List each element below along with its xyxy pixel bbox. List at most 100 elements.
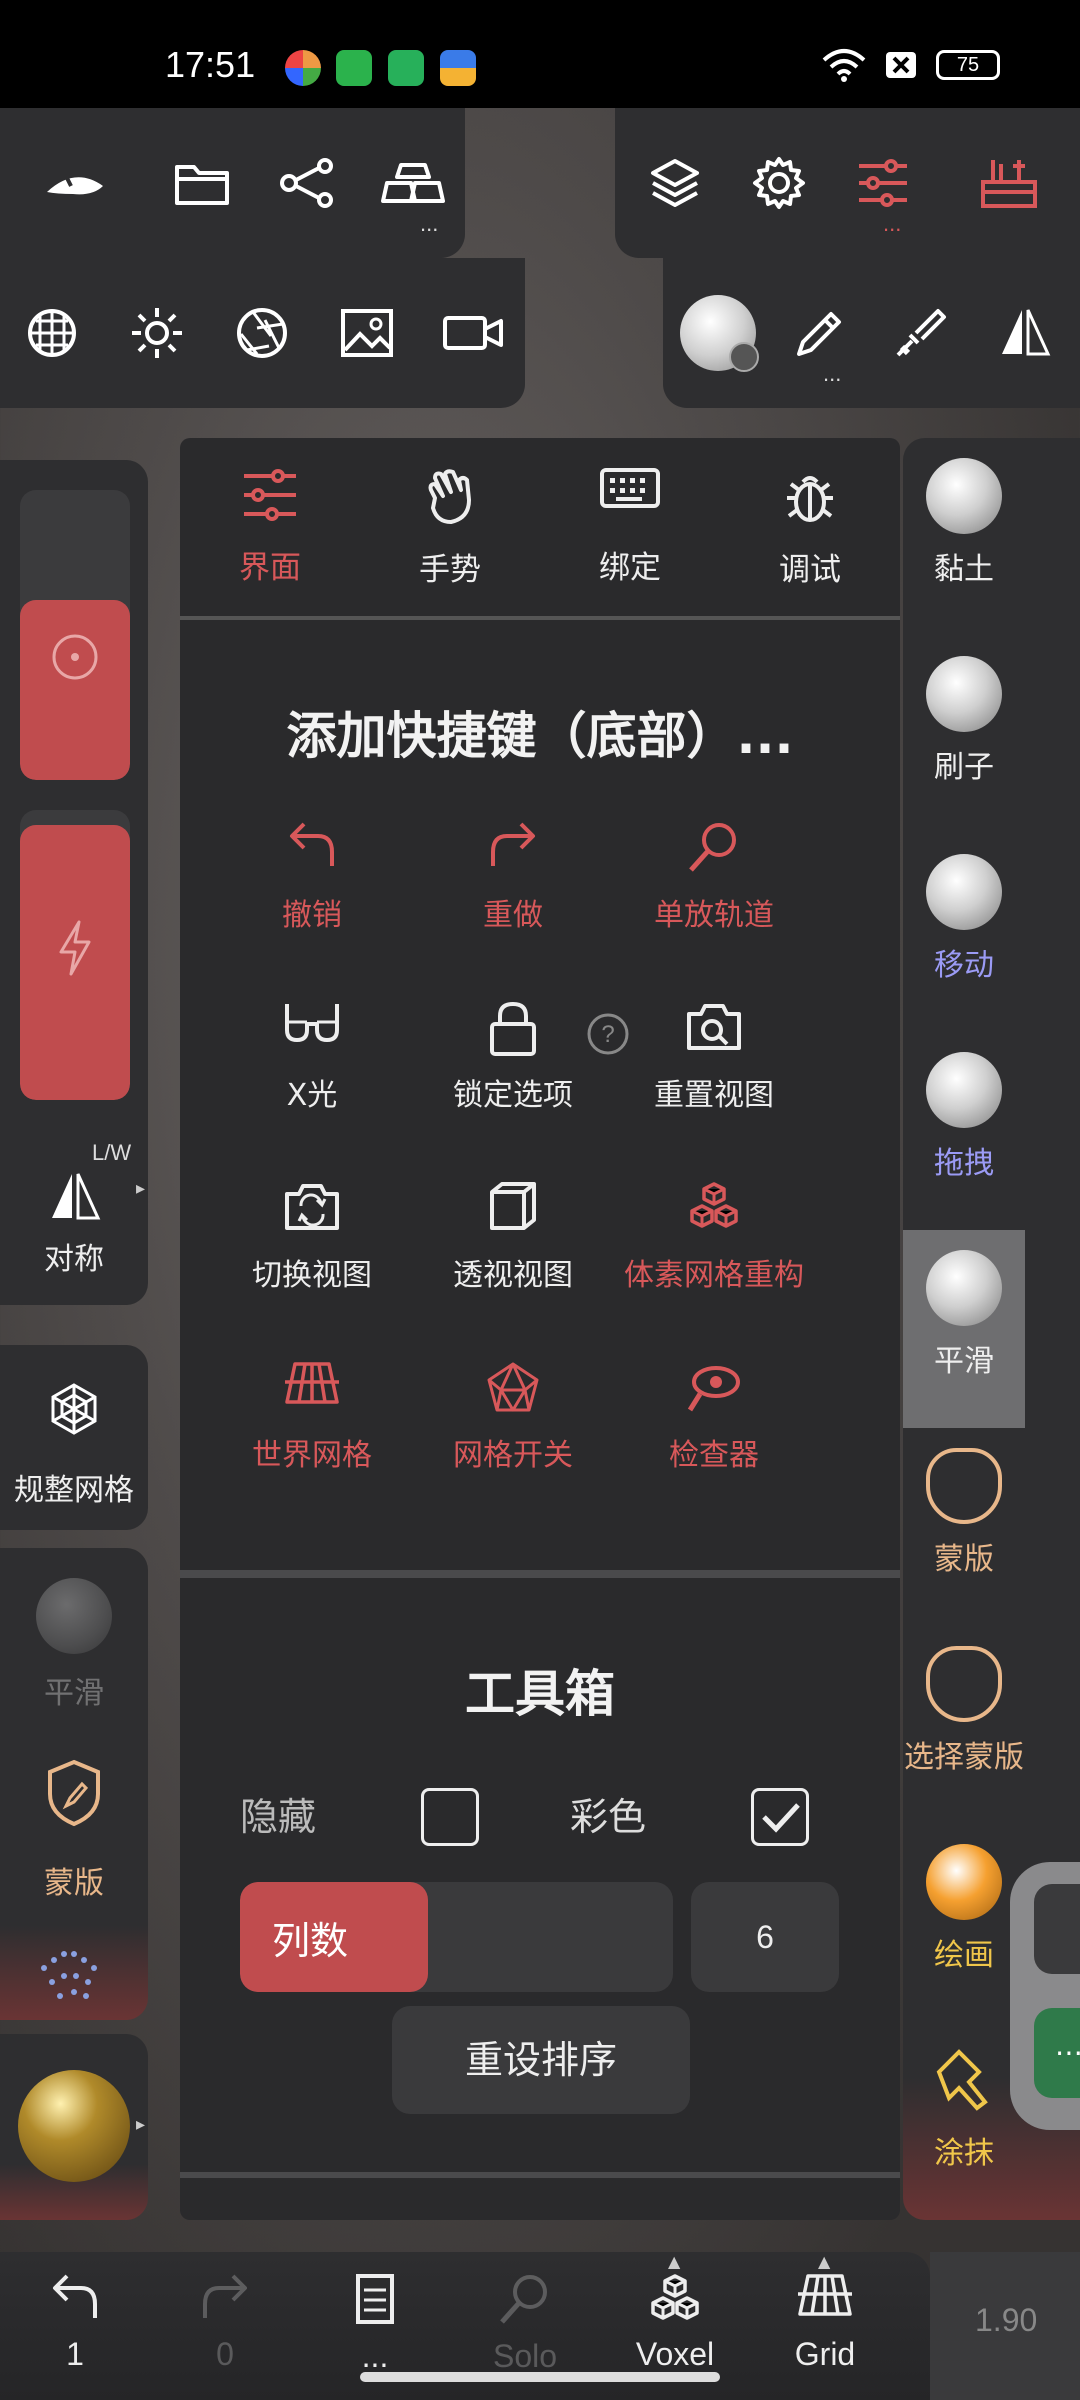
tool-button[interactable]: 涂抹 [903,2022,1025,2220]
floating-more-button[interactable]: ⋯ [1034,2008,1080,2098]
shortcut-item[interactable]: 单放轨道 [614,820,814,934]
columns-slider[interactable]: 列数 [240,1882,673,1992]
tab-0[interactable]: 界面 [180,468,360,587]
tool-label: 拖拽 [934,1146,994,1181]
tool-label: 涂抹 [934,2136,994,2171]
left-mask-label: 蒙版 [44,1866,104,1901]
tool-button[interactable]: 拖拽 [903,1032,1025,1230]
gear-icon[interactable] [747,153,811,213]
smooth-brush-icon[interactable] [673,288,763,378]
tool-button[interactable]: 绘画 [903,1824,1025,2022]
color-checkbox[interactable] [751,1788,809,1846]
reset-camera-icon [685,1000,743,1060]
shortcut-item[interactable]: 透视视图 [413,1180,613,1294]
floating-tool-button[interactable] [1034,1884,1080,1974]
brush-toolbar: ... [663,258,1080,408]
wireframe-icon [485,1360,541,1420]
bottom-bar-item[interactable]: 0 [155,2272,295,2373]
hide-checkbox[interactable] [421,1788,479,1846]
regular-mesh-panel[interactable]: 规整网格 [0,1345,148,1530]
symmetry-hint: L/W [92,1140,132,1165]
bottom-bar-label: Solo [492,2338,558,2374]
sim-off-icon [886,52,916,78]
render-toolbar [0,258,525,408]
left-tools-panel: 平滑 蒙版 [0,1548,148,2020]
tool-preview-icon [926,1646,1002,1722]
bottom-bar-label: Voxel [635,2336,715,2372]
toolbox-title: 工具箱 [465,1665,615,1723]
tab-label: 手势 [419,552,481,588]
shortcut-label: 重置视图 [654,1078,774,1113]
sun-icon[interactable] [125,303,189,363]
shortcut-label: 透视视图 [453,1258,573,1293]
pattern-icon[interactable] [34,1948,114,2008]
sliders-icon[interactable] [851,153,915,213]
bottom-bar-item[interactable]: Voxel [605,2272,745,2373]
xray-glasses-icon [283,1000,341,1060]
shortcut-item[interactable]: 体素网格重构 [614,1180,814,1294]
shortcut-item[interactable]: 网格开关 [413,1360,613,1474]
sphere-grid-icon[interactable] [20,303,84,363]
tab-2[interactable]: 绑定 [540,468,720,587]
tool-label: 选择蒙版 [904,1740,1024,1775]
toolbox-icon[interactable] [973,153,1045,213]
shortcut-item[interactable]: 检查器 [614,1360,814,1474]
lock-icon [488,1000,538,1060]
tool-button[interactable]: 移动 [903,834,1025,1032]
solo-icon [498,2272,552,2328]
bottom-bar-item[interactable]: 1 [5,2272,145,2373]
aperture-icon[interactable] [230,303,294,363]
shortcut-item[interactable]: X光 [212,1000,412,1114]
hide-label: 隐藏 [240,1795,317,1839]
bottom-bar-item[interactable]: Grid [755,2272,895,2373]
tool-preview-icon [926,1844,1002,1920]
folder-icon[interactable] [170,153,234,213]
shortcut-item[interactable]: 世界网格 [212,1360,412,1474]
left-smooth-tool[interactable]: 平滑 [0,1568,148,1728]
bottom-bar-label: 1 [66,2336,84,2372]
shortcut-item[interactable]: 重做 [413,820,613,934]
video-icon[interactable] [440,303,506,363]
shortcut-item[interactable]: 锁定选项 [413,1000,613,1114]
shortcut-item[interactable]: 重置视图 [614,1000,814,1114]
intensity-icon [59,920,91,976]
gold-bars-icon[interactable] [378,153,448,213]
tab-3[interactable]: 调试 [720,468,900,589]
voxel-icon [686,1180,742,1240]
more-dots: ... [823,361,842,386]
bottom-bar-item[interactable]: ... [305,2272,445,2375]
tab-1[interactable]: 手势 [360,468,540,589]
bottom-bar-label: 0 [216,2336,234,2372]
image-icon[interactable] [335,303,399,363]
brush-icon[interactable] [888,303,952,363]
help-icon[interactable]: ? [586,1012,630,1056]
bottom-bar: 1 0... Solo Voxel Grid ▲ ▲ [0,2252,930,2400]
sliders-icon [242,468,298,528]
symmetry-label: 对称 [44,1242,104,1277]
symmetry-icon[interactable] [993,303,1057,363]
material-sphere [18,2070,130,2182]
tool-label: 平滑 [934,1344,994,1379]
more-dots: ... [883,211,902,236]
share-icon[interactable] [275,153,339,213]
tool-button[interactable]: 黏土 [903,438,1025,636]
tool-button[interactable]: 蒙版 [903,1428,1025,1626]
reset-order-button[interactable]: 重设排序 [392,2006,690,2114]
columns-value[interactable]: 6 [691,1882,839,1992]
pen-icon[interactable] [788,303,852,363]
left-mask-tool[interactable]: 蒙版 [0,1748,148,1908]
app-logo-icon[interactable] [40,158,110,208]
shortcut-item[interactable]: 切换视图 [212,1180,412,1294]
app-notification-icon [388,50,424,86]
symmetry-toggle[interactable]: L/W ▸ 对称 [0,1140,148,1290]
intensity-slider[interactable] [20,810,130,1100]
tool-preview-icon [926,656,1002,732]
material-panel[interactable]: ▸ [0,2034,148,2220]
tool-button[interactable]: 刷子 [903,636,1025,834]
radius-slider[interactable] [20,490,130,780]
shortcut-item[interactable]: 撤销 [212,820,412,934]
tool-button[interactable]: 选择蒙版 [903,1626,1025,1824]
tool-button[interactable]: 平滑 [903,1230,1025,1428]
layers-icon[interactable] [643,153,707,213]
bottom-bar-item[interactable]: Solo [455,2272,595,2375]
